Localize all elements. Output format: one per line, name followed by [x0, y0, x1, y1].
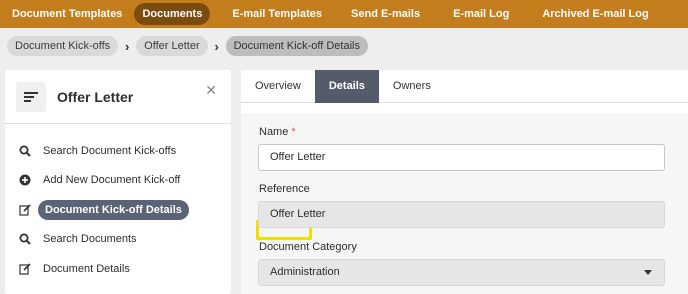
- sidebar-item-label: Search Documents: [43, 233, 137, 246]
- sidebar-item-label: Document Kick-off Details: [38, 199, 189, 220]
- sidebar-item-document-details[interactable]: Document Details: [5, 254, 231, 284]
- sidebar-item-label: Add New Document Kick-off: [43, 174, 181, 187]
- required-mark: *: [291, 126, 296, 138]
- name-label-text: Name: [259, 126, 289, 138]
- chevron-right-icon: ›: [125, 38, 130, 54]
- details-panel: Overview Details Owners Name * Offer Let…: [241, 70, 688, 294]
- document-category-value: Administration: [270, 266, 340, 278]
- sidebar-list: Search Document Kick-offs Add New Docume…: [5, 124, 231, 284]
- sidebar-panel: Offer Letter ✕ Search Document Kick-offs…: [5, 70, 231, 294]
- menu-icon[interactable]: [16, 81, 46, 112]
- sidebar-header: Offer Letter ✕: [5, 70, 231, 124]
- top-navigation: Document Templates Documents E-mail Temp…: [0, 0, 688, 28]
- name-label: Name *: [259, 126, 296, 138]
- breadcrumb: Document Kick-offs › Offer Letter › Docu…: [0, 28, 688, 64]
- nav-documents[interactable]: Documents: [134, 3, 211, 25]
- sidebar-item-add-new-document-kick-off[interactable]: Add New Document Kick-off: [5, 166, 231, 196]
- nav-email-templates[interactable]: E-mail Templates: [224, 3, 330, 25]
- tab-owners[interactable]: Owners: [379, 70, 445, 103]
- reference-label: Reference: [259, 183, 310, 195]
- breadcrumb-item-current: Document Kick-off Details: [225, 36, 368, 56]
- search-icon: [18, 232, 32, 246]
- tab-overview[interactable]: Overview: [241, 70, 315, 103]
- document-category-select[interactable]: Administration: [258, 259, 665, 286]
- sidebar-item-search-document-kick-offs[interactable]: Search Document Kick-offs: [5, 136, 231, 166]
- reference-field: Offer Letter: [258, 201, 665, 228]
- nav-document-templates[interactable]: Document Templates: [4, 3, 130, 25]
- close-icon[interactable]: ✕: [205, 82, 217, 99]
- edit-icon: [18, 262, 32, 276]
- nav-email-log[interactable]: E-mail Log: [445, 3, 517, 25]
- chevron-down-icon: [644, 270, 652, 275]
- nav-archived-email-log[interactable]: Archived E-mail Log: [534, 3, 656, 25]
- nav-send-emails[interactable]: Send E-mails: [343, 3, 428, 25]
- sidebar-item-label: Document Details: [43, 262, 130, 275]
- search-icon: [18, 144, 32, 158]
- breadcrumb-item-offer-letter[interactable]: Offer Letter: [136, 36, 208, 56]
- name-input[interactable]: Offer Letter: [258, 144, 665, 171]
- document-category-label: Document Category: [259, 241, 357, 253]
- tab-details[interactable]: Details: [314, 70, 379, 103]
- edit-icon: [18, 203, 32, 217]
- plus-circle-icon: [18, 173, 32, 187]
- sidebar-item-document-kick-off-details[interactable]: Document Kick-off Details: [5, 195, 231, 225]
- chevron-right-icon: ›: [214, 38, 219, 54]
- sidebar-title: Offer Letter: [57, 88, 134, 105]
- breadcrumb-item-document-kick-offs[interactable]: Document Kick-offs: [7, 36, 119, 56]
- tab-bar: Overview Details Owners: [241, 70, 688, 103]
- details-form: Name * Offer Letter Reference Offer Lett…: [241, 113, 688, 294]
- sidebar-item-label: Search Document Kick-offs: [43, 144, 177, 157]
- sidebar-item-search-documents[interactable]: Search Documents: [5, 225, 231, 255]
